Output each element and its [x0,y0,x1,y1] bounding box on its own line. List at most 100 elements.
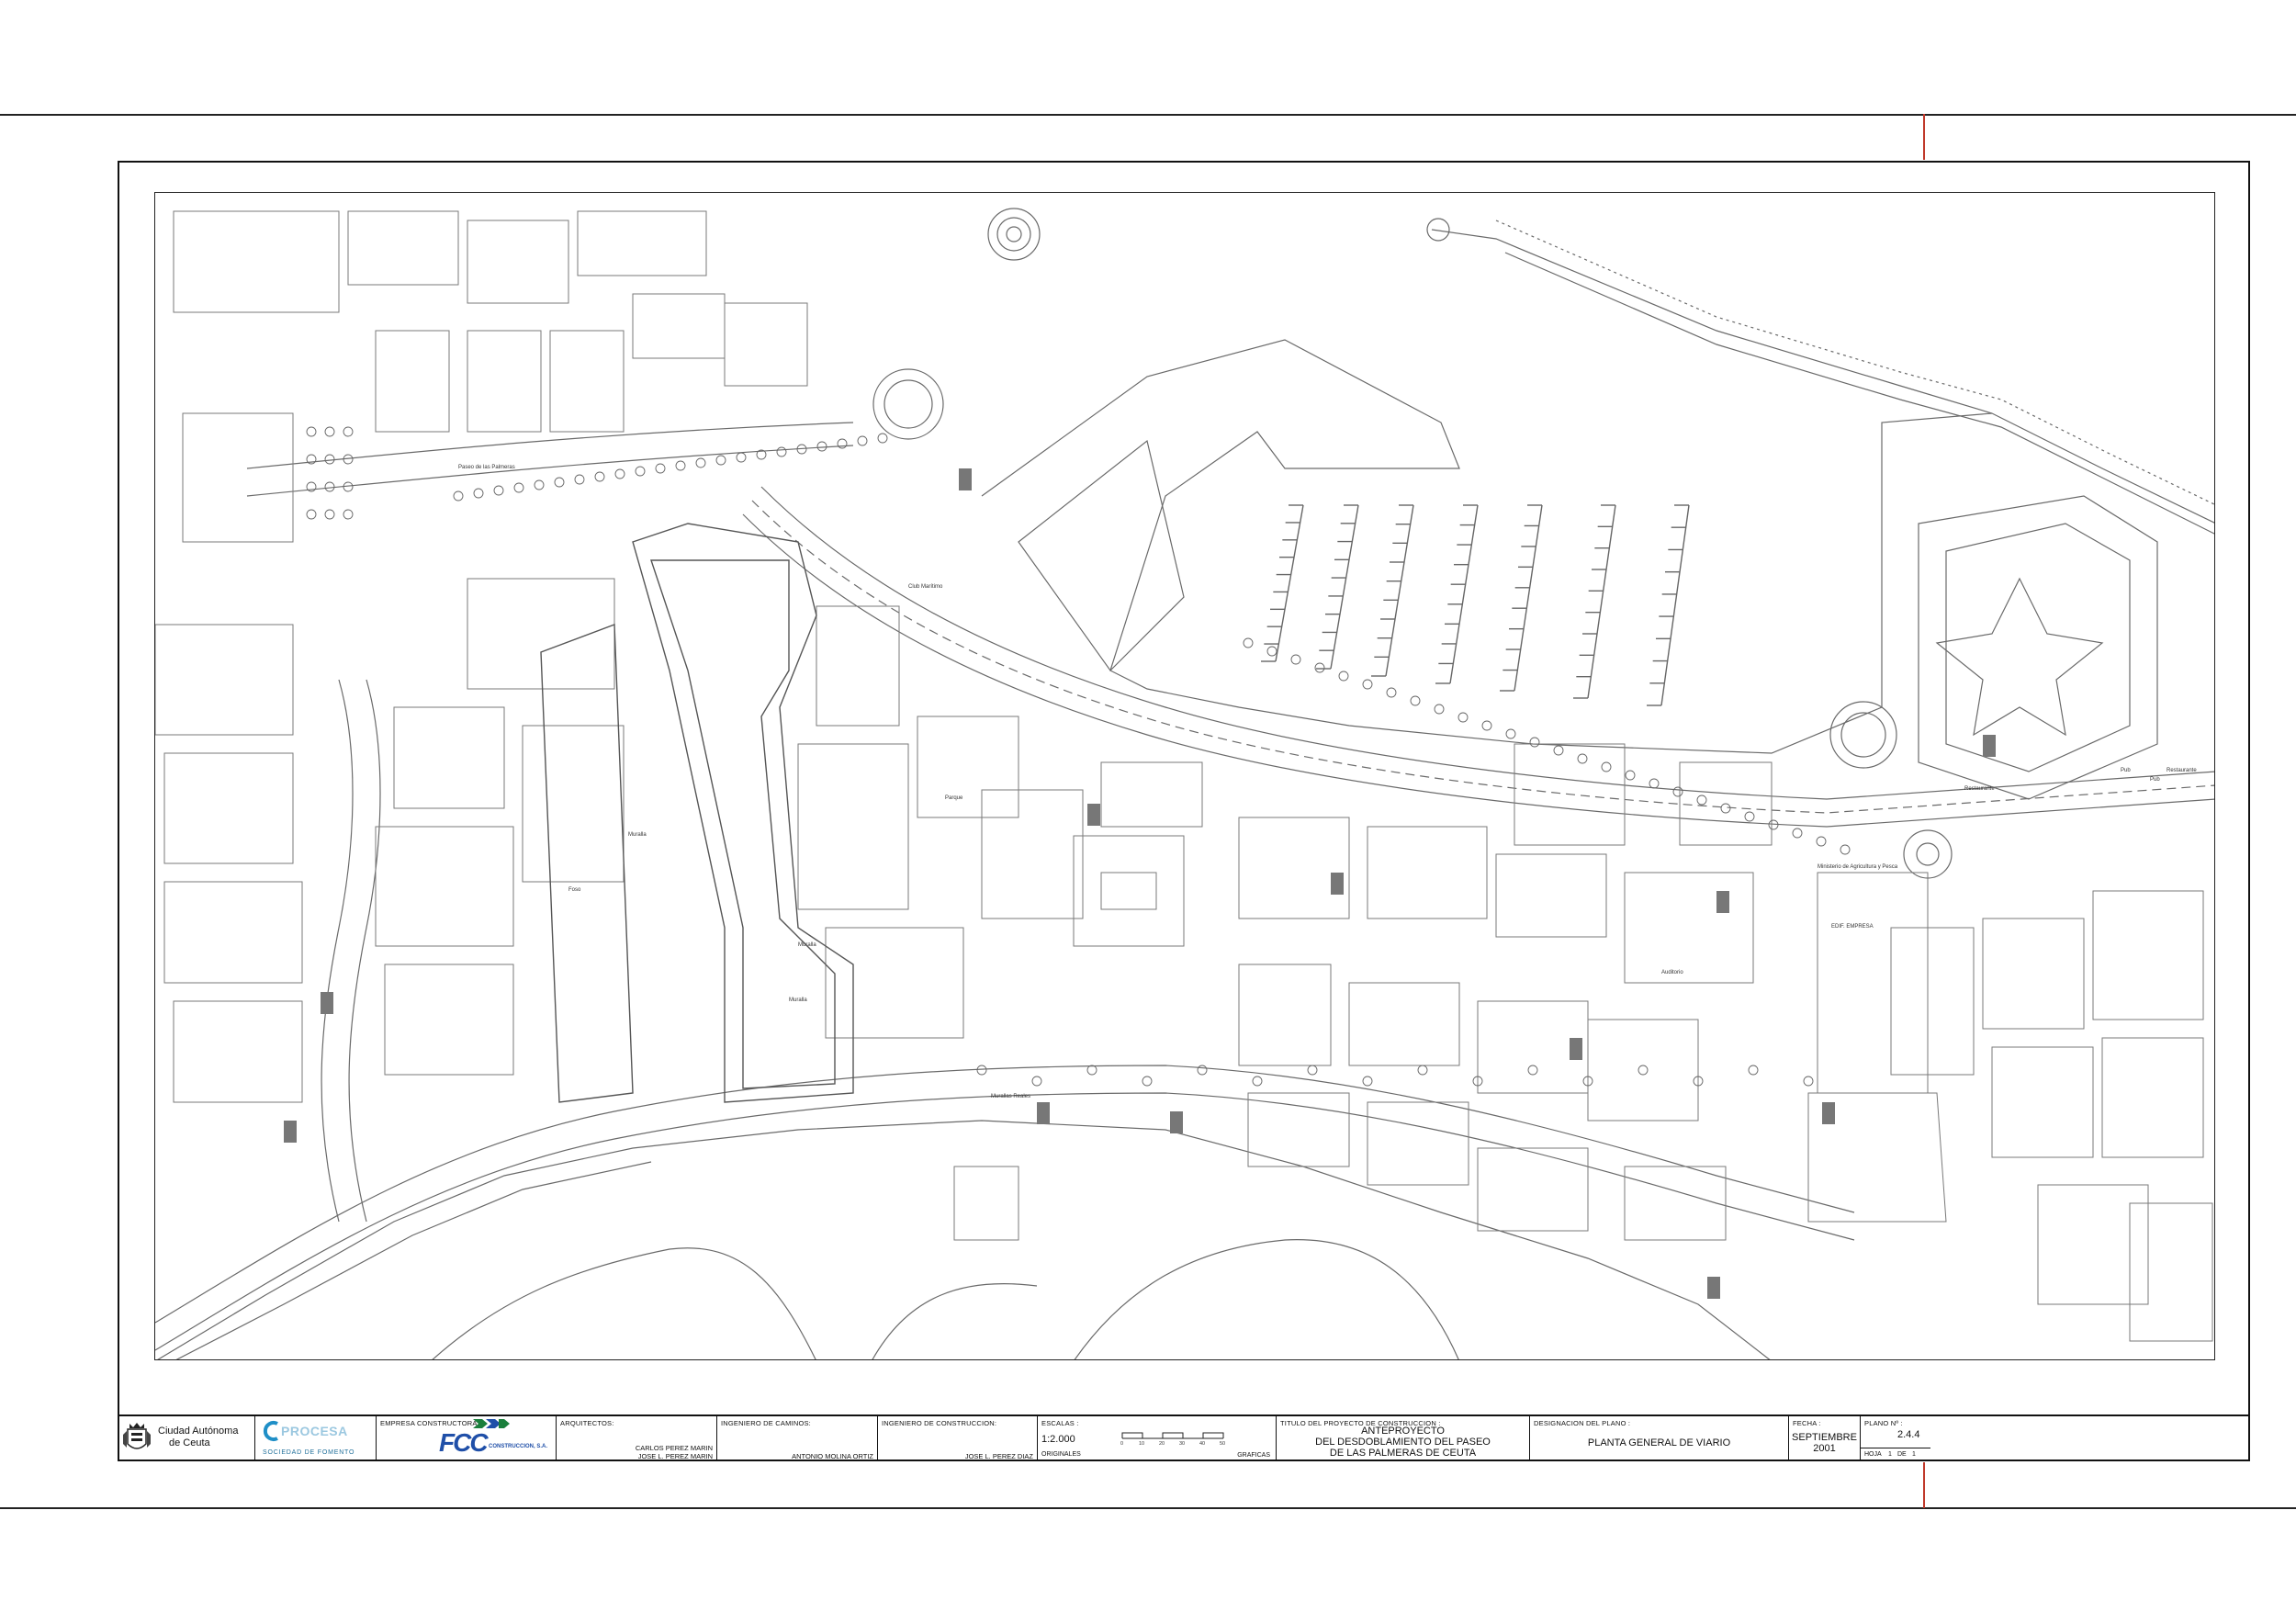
roundabout-east [1829,701,1897,769]
marina-quay [981,339,1993,754]
bottom-trim-line [0,1507,2296,1509]
client-cell: Ciudad Autónoma de Ceuta [118,1416,255,1461]
map-label-auditorio: Auditorio [1661,970,1683,975]
palm-tree-marker [1803,1076,1814,1087]
roundabout-top [987,208,1041,261]
palm-tree-marker [324,426,335,437]
map-label-edif-empresa: EDIF. EMPRESA [1831,924,1874,930]
palm-tree-marker [1197,1065,1208,1076]
palm-tree-marker [1031,1076,1042,1087]
palm-tree-marker [715,455,726,466]
pontoon [1385,504,1414,677]
fecha-cell: FECHA : SEPTIEMBRE 2001 [1789,1416,1861,1461]
pontoon [1660,504,1690,706]
ministerio-building [1817,872,1929,1094]
contour-1 [432,1247,816,1359]
hoja-total: 1 [1912,1451,1916,1458]
palm-tree-marker [324,509,335,520]
map-label-parque: Parque [945,795,963,801]
procesa-logo-icon [263,1421,278,1441]
graficas-label: GRAFICAS [1237,1452,1270,1459]
palm-tree-marker [343,426,354,437]
top-trim-line [0,114,2296,116]
palm-tree-marker [1252,1076,1263,1087]
fecha-caption: FECHA : [1793,1419,1821,1427]
ing-caminos-caption: INGENIERO DE CAMINOS: [721,1419,811,1427]
ing-construccion-name: JOSE L. PEREZ DIAZ [964,1452,1033,1460]
map-label-pub-2: Pub [2150,777,2160,783]
palm-tree-marker [1458,712,1469,723]
coastal-road-south-edge [155,1092,1855,1351]
fecha-year: 2001 [1813,1443,1836,1454]
palm-tree-marker [1362,1076,1373,1087]
scale-tick-10: 10 [1139,1441,1145,1447]
map-label-foso: Foso [568,887,581,893]
originales-label: ORIGINALES [1041,1451,1081,1458]
palm-tree-marker [306,426,317,437]
coat-of-arms-icon [123,1423,151,1449]
arquitecto-1: CARLOS PEREZ MARIN [635,1444,713,1452]
shore-line-2 [175,1161,652,1359]
palm-tree-marker [1290,654,1301,665]
scale-tick-0: 0 [1120,1441,1124,1447]
scale-tick-20: 20 [1159,1441,1165,1447]
palm-tree-marker [1649,778,1660,789]
palm-tree-marker [614,468,625,479]
escala-value: 1:2.000 [1041,1434,1075,1445]
avenue-south-edge [742,513,2214,828]
fold-mark-bottom [1923,1462,1925,1508]
palm-tree-marker [1840,844,1851,855]
designacion-cell: DESIGNACION DEL PLANO : PLANTA GENERAL D… [1530,1416,1789,1461]
fcc-logo-text: FCC [439,1428,489,1457]
palm-tree-marker [1638,1065,1649,1076]
scale-tick-40: 40 [1199,1441,1206,1447]
palm-tree-marker [816,441,827,452]
empresa-caption: EMPRESA CONSTRUCTORA [380,1419,478,1427]
hoja-num: 1 [1888,1451,1892,1458]
palm-tree-marker [1744,811,1755,822]
titulo-line1: ANTEPROYECTO [1361,1426,1445,1437]
palm-tree-marker [1410,695,1421,706]
scale-tick-50: 50 [1220,1441,1226,1447]
marina-inner-mole [1018,439,1185,671]
palm-tree-marker [1505,728,1516,739]
hoja-de: DE [1897,1451,1907,1458]
pontoon [1275,504,1304,662]
palm-tree-markers [306,426,1851,1087]
palm-tree-marker [1601,761,1612,772]
fortress-star [1935,577,2104,737]
palm-tree-marker [1362,679,1373,690]
palm-tree-marker [554,477,565,488]
palm-tree-marker [1307,1065,1318,1076]
palm-tree-marker [1142,1076,1153,1087]
palm-tree-marker [1417,1065,1428,1076]
palm-tree-marker [1266,646,1277,657]
palm-tree-marker [1625,770,1636,781]
fecha-month: SEPTIEMBRE [1792,1432,1857,1443]
map-label-pub-1: Pub [2121,768,2131,773]
palm-tree-marker [1577,753,1588,764]
map-label-restaurante: Restaurante [1964,786,1995,792]
map-label-muralla-2: Muralla [789,997,807,1003]
palm-tree-marker [343,509,354,520]
palm-tree-marker [857,435,868,446]
arquitectos-cell: ARQUITECTOS: CARLOS PEREZ MARIN JOSE L. … [557,1416,717,1461]
client-name-line2: de Ceuta [169,1437,210,1448]
map-label-muralla: Muralla [798,942,816,948]
foso [540,624,634,1103]
map-label-muralla-lat: Muralla [628,832,647,838]
street-map-plan: Paseo de las Palmeras Club Marítimo Mura… [154,192,2215,1360]
crosswalks [284,468,1996,1299]
escalas-caption: ESCALAS : [1041,1419,1079,1427]
map-label-paseo: Paseo de las Palmeras [458,465,515,470]
contour-3 [872,1283,1038,1359]
palm-tree-marker [1386,687,1397,698]
palm-tree-marker [635,466,646,477]
designacion-caption: DESIGNACION DEL PLANO : [1534,1419,1631,1427]
roundabout-south-east [1903,829,1953,879]
palm-tree-marker [736,452,747,463]
ing-construccion-caption: INGENIERO DE CONSTRUCCION: [882,1419,997,1427]
palm-tree-marker [574,474,585,485]
west-road-a [321,679,354,1223]
palm-tree-marker [324,481,335,492]
